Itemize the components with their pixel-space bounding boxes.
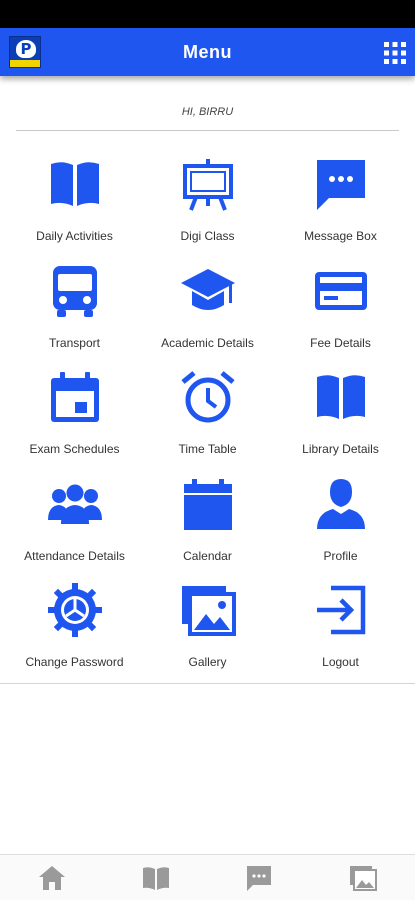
- menu-item-exam-schedules[interactable]: Exam Schedules: [8, 359, 141, 466]
- menu-item-logout[interactable]: Logout: [274, 572, 407, 679]
- book-icon: [45, 154, 105, 214]
- menu-item-label: Transport: [49, 335, 100, 350]
- menu-item-message-box[interactable]: Message Box: [274, 146, 407, 253]
- bus-icon: [45, 261, 105, 321]
- menu-item-gallery[interactable]: Gallery: [141, 572, 274, 679]
- alarm-clock-icon: [178, 367, 238, 427]
- menu-item-label: Gallery: [188, 655, 227, 669]
- menu-item-academic-details[interactable]: Academic Details: [141, 253, 274, 360]
- menu-item-label: Exam Schedules: [29, 442, 120, 456]
- menu-item-transport[interactable]: Transport: [8, 253, 141, 360]
- book-icon: [142, 866, 169, 890]
- nav-gallery[interactable]: [311, 855, 415, 900]
- divider: [16, 130, 399, 131]
- nav-book[interactable]: [104, 855, 208, 900]
- settings-wheel-icon: [45, 580, 105, 640]
- logout-icon: [311, 580, 371, 640]
- divider: [0, 683, 415, 684]
- menu-item-label: Message Box: [304, 229, 377, 243]
- menu-item-attendance-details[interactable]: Attendance Details: [8, 466, 141, 573]
- calendar-event-icon: [45, 367, 105, 427]
- graduation-cap-icon: [178, 261, 238, 321]
- menu-item-label: Profile: [323, 548, 358, 563]
- nav-message[interactable]: [208, 855, 312, 900]
- status-bar: [0, 0, 415, 28]
- bottom-nav: [0, 854, 415, 900]
- library-book-icon: [311, 367, 371, 427]
- menu-item-time-table[interactable]: Time Table: [141, 359, 274, 466]
- menu-item-profile[interactable]: Profile: [274, 466, 407, 573]
- menu-item-fee-details[interactable]: Fee Details: [274, 253, 407, 360]
- menu-item-change-password[interactable]: Change Password: [8, 572, 141, 679]
- menu-item-label: Calendar: [183, 548, 232, 563]
- message-icon: [311, 154, 371, 214]
- home-icon: [38, 865, 65, 890]
- menu-item-label: Fee Details: [310, 335, 371, 350]
- menu-grid: Daily Activities Digi Class Message Box: [8, 146, 408, 679]
- easel-icon: [178, 154, 238, 214]
- menu-item-label: Attendance Details: [24, 548, 125, 563]
- page-title: Menu: [183, 42, 232, 62]
- menu-item-label: Daily Activities: [36, 229, 113, 243]
- nav-home[interactable]: [0, 855, 104, 900]
- menu-item-label: Academic Details: [161, 335, 254, 350]
- menu-item-label: Time Table: [178, 442, 237, 456]
- person-icon: [311, 474, 371, 534]
- gallery-icon: [350, 865, 378, 891]
- menu-item-digi-class[interactable]: Digi Class: [141, 146, 274, 253]
- menu-item-label: Digi Class: [180, 229, 235, 243]
- people-icon: [45, 474, 105, 534]
- menu-item-library-details[interactable]: Library Details: [274, 359, 407, 466]
- menu-item-calendar[interactable]: Calendar: [141, 466, 274, 573]
- menu-item-label: Change Password: [25, 655, 124, 669]
- message-icon: [247, 865, 272, 891]
- credit-card-icon: [311, 261, 371, 321]
- calendar-icon: [178, 474, 238, 534]
- menu-item-label: Logout: [322, 655, 359, 669]
- gallery-icon: [178, 580, 238, 640]
- menu-item-label: Library Details: [302, 442, 379, 456]
- app-bar: P Menu: [0, 28, 415, 76]
- grid-icon[interactable]: [383, 41, 407, 65]
- greeting-text: HI, BIRRU: [181, 106, 234, 118]
- menu-item-daily-activities[interactable]: Daily Activities: [8, 146, 141, 253]
